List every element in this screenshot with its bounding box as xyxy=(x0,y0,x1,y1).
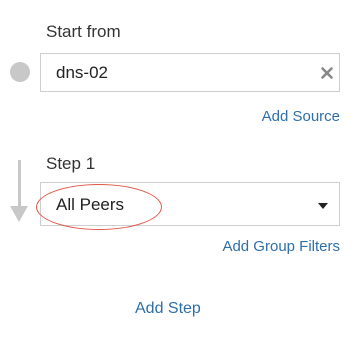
caret-down-icon[interactable] xyxy=(318,203,328,209)
step-connector-line xyxy=(18,160,21,208)
source-input-value: dns-02 xyxy=(56,63,108,82)
close-icon[interactable] xyxy=(320,66,334,80)
peer-group-dropdown[interactable]: All Peers xyxy=(40,182,340,226)
path-builder: Start from dns-02 Add Source Step 1 All … xyxy=(0,0,360,355)
start-from-heading: Start from xyxy=(46,22,121,41)
arrow-down-icon xyxy=(10,206,28,222)
add-group-filters-link[interactable]: Add Group Filters xyxy=(222,238,340,256)
peer-group-selected: All Peers xyxy=(56,195,125,214)
add-source-link[interactable]: Add Source xyxy=(262,108,340,126)
source-node-icon xyxy=(10,62,30,82)
source-input[interactable]: dns-02 xyxy=(40,53,340,92)
step-heading: Step 1 xyxy=(46,154,96,173)
add-step-button[interactable]: Add Step xyxy=(135,300,201,318)
